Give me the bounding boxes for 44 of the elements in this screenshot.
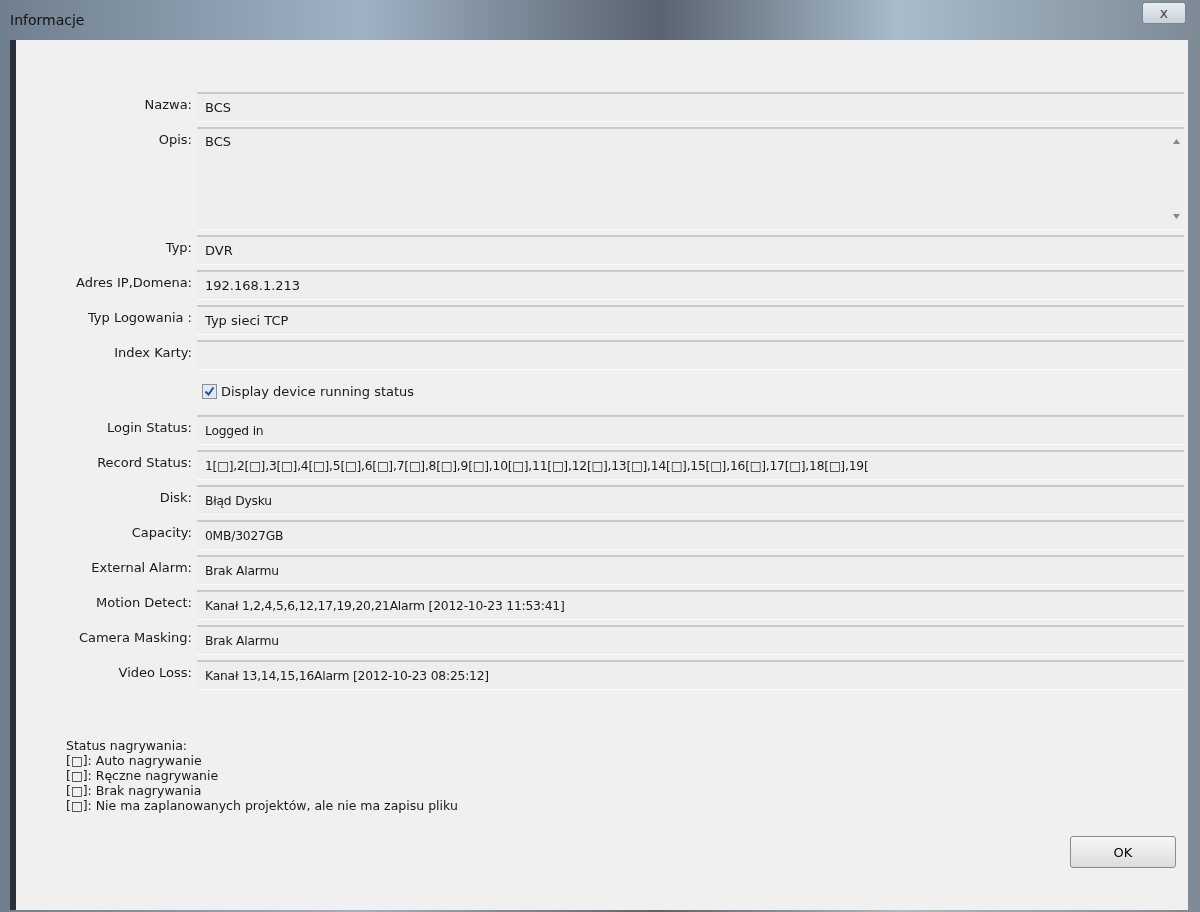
legend-line: [□]: Brak nagrywania bbox=[66, 783, 203, 798]
legend-line: [□]: Nie ma zaplanowanych projektów, ale nie ma zapisu pliku bbox=[66, 798, 459, 813]
legend-line: [□]: Auto nagrywanie bbox=[66, 753, 203, 768]
scroll-up-icon[interactable] bbox=[1172, 139, 1180, 144]
field-value: Kanał 1,2,4,5,6,12,17,19,20,21Alarm [2012-10-23 11:53:41] bbox=[205, 598, 565, 613]
field-value: Typ sieci TCP bbox=[205, 313, 289, 328]
field-label: Adres IP,Domena: bbox=[75, 274, 193, 292]
window-title: Informacje bbox=[10, 12, 85, 28]
field-label: Typ: bbox=[164, 239, 193, 257]
field-value: 0MB/3027GB bbox=[205, 528, 284, 543]
input-field[interactable]: Typ sieci TCP bbox=[197, 305, 1184, 335]
field-label: Login Status: bbox=[106, 419, 193, 437]
field-label: Disk: bbox=[158, 489, 193, 507]
field-label: Opis: bbox=[157, 131, 193, 149]
checkbox-label: Display device running status bbox=[221, 384, 415, 399]
field-value: DVR bbox=[205, 243, 233, 258]
field-label: Camera Masking: bbox=[77, 629, 193, 647]
ok-button[interactable]: OK bbox=[1070, 836, 1176, 868]
legend-line: [□]: Ręczne nagrywanie bbox=[66, 768, 220, 783]
field-value: Kanał 13,14,15,16Alarm [2012-10-23 08:25:12] bbox=[205, 668, 489, 683]
field-value: Brak Alarmu bbox=[205, 633, 279, 648]
close-button[interactable]: x bbox=[1142, 2, 1186, 24]
field-label: External Alarm: bbox=[90, 559, 193, 577]
field-label: Video Loss: bbox=[117, 664, 193, 682]
field-label: Motion Detect: bbox=[95, 594, 193, 612]
field-value: BCS bbox=[205, 100, 232, 115]
field-value: Błąd Dysku bbox=[205, 493, 272, 508]
field-label: Typ Logowania : bbox=[86, 309, 193, 327]
checkbox[interactable] bbox=[202, 384, 217, 399]
input-field[interactable]: DVR bbox=[197, 235, 1184, 265]
field-label: Index Karty: bbox=[113, 344, 193, 362]
scroll-down-icon[interactable] bbox=[1172, 214, 1180, 219]
field-value: 192.168.1.213 bbox=[205, 278, 301, 293]
field-value: BCS bbox=[205, 134, 232, 149]
field-value: Logged in bbox=[205, 423, 264, 438]
field-label: Capacity: bbox=[130, 524, 193, 542]
description-field[interactable]: BCS bbox=[197, 127, 1184, 230]
field-value: 1[□],2[□],3[□],4[□],5[□],6[□],7[□],8[□],9[□],10[□],11[□],12[□],13[□],14[□],15[□],16[□],17[□],18[□],19[ bbox=[205, 458, 869, 473]
field-label: Record Status: bbox=[96, 454, 193, 472]
input-field[interactable]: 192.168.1.213 bbox=[197, 270, 1184, 300]
input-field[interactable]: BCS bbox=[197, 92, 1184, 122]
legend-title: Status nagrywania: bbox=[66, 738, 188, 753]
field-label: Nazwa: bbox=[143, 96, 193, 114]
field-value: Brak Alarmu bbox=[205, 563, 279, 578]
